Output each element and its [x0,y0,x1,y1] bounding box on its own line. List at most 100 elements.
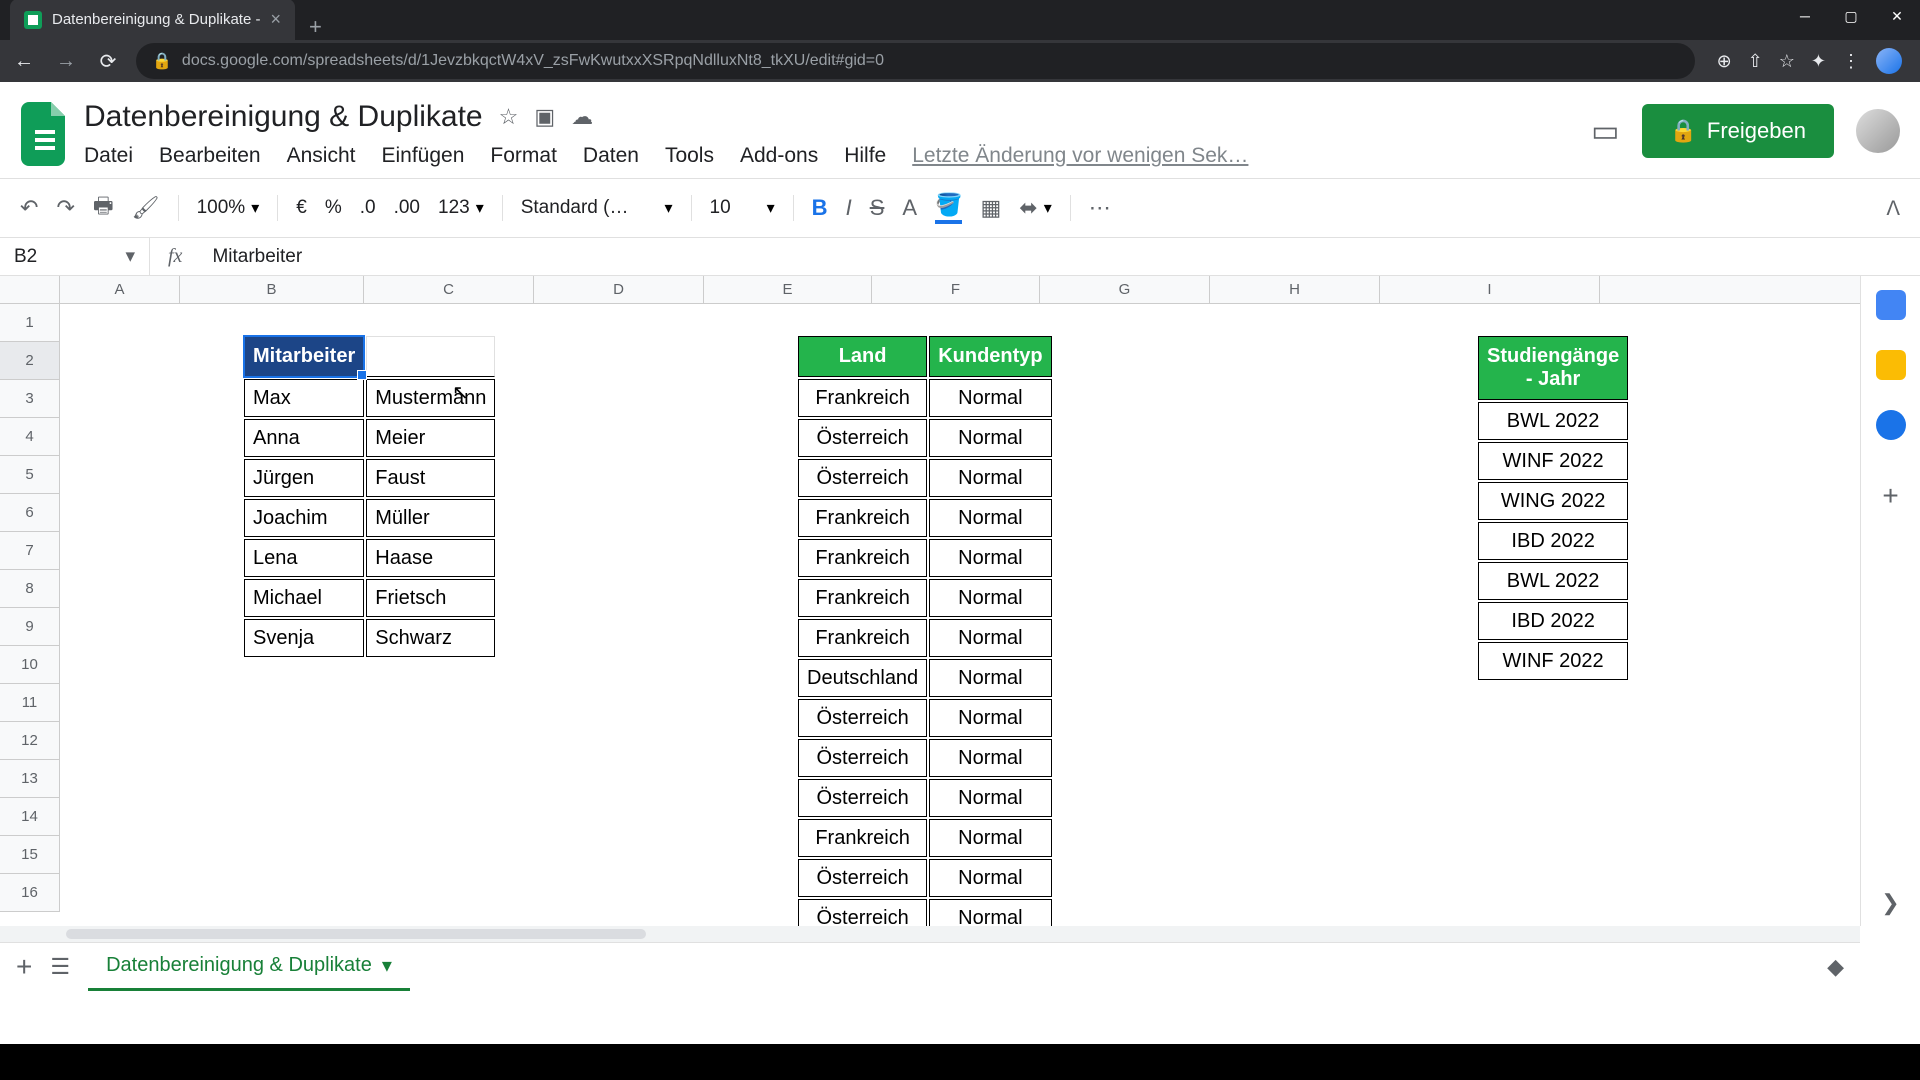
cell[interactable]: Österreich [798,459,927,497]
cell[interactable]: Österreich [798,699,927,737]
menu-datei[interactable]: Datei [84,144,133,168]
account-avatar[interactable] [1856,109,1900,153]
merge-button[interactable]: ⬌▾ [1019,195,1051,221]
collapse-toolbar-button[interactable]: ᐱ [1886,196,1900,221]
borders-button[interactable]: ▦ [980,195,1001,221]
row-header-4[interactable]: 4 [0,418,59,456]
cell[interactable]: Michael [244,579,364,617]
percent-button[interactable]: % [325,197,342,219]
cell[interactable]: Normal [929,859,1051,897]
expand-sidebar-icon[interactable]: ❯ [1881,890,1899,916]
cell[interactable]: Anna [244,419,364,457]
cell[interactable]: BWL 2022 [1478,562,1628,600]
cell[interactable]: Frietsch [366,579,495,617]
number-format-dropdown[interactable]: 123 ▾ [438,197,484,219]
row-header-8[interactable]: 8 [0,570,59,608]
column-header-A[interactable]: A [60,276,180,303]
cell[interactable]: Mustermann [366,379,495,417]
menu-hilfe[interactable]: Hilfe [844,144,886,168]
row-header-5[interactable]: 5 [0,456,59,494]
share-url-icon[interactable]: ⇧ [1748,51,1763,72]
menu-add-ons[interactable]: Add-ons [740,144,818,168]
cell[interactable]: Frankreich [798,819,927,857]
cell[interactable]: Normal [929,619,1051,657]
row-header-14[interactable]: 14 [0,798,59,836]
redo-button[interactable]: ↷ [56,195,74,221]
cell[interactable]: Normal [929,659,1051,697]
undo-button[interactable]: ↶ [20,195,38,221]
keep-sidebar-icon[interactable] [1876,350,1906,380]
cell[interactable]: Normal [929,779,1051,817]
doc-title[interactable]: Datenbereinigung & Duplikate [84,100,483,134]
cell[interactable]: Österreich [798,419,927,457]
row-header-10[interactable]: 10 [0,646,59,684]
menu-bearbeiten[interactable]: Bearbeiten [159,144,261,168]
address-bar[interactable]: 🔒 docs.google.com/spreadsheets/d/1Jevzbk… [136,43,1695,79]
table2-header-land[interactable]: Land [798,336,927,377]
cell[interactable]: WINF 2022 [1478,442,1628,480]
star-icon[interactable]: ☆ [499,104,519,130]
cell[interactable]: Normal [929,579,1051,617]
search-icon[interactable]: ⊕ [1717,51,1732,72]
move-icon[interactable]: ▣ [534,104,555,130]
row-header-12[interactable]: 12 [0,722,59,760]
windows-taskbar[interactable] [0,1044,1920,1080]
close-window-button[interactable]: ✕ [1874,0,1920,32]
cell[interactable]: WINF 2022 [1478,642,1628,680]
minimize-button[interactable]: ─ [1782,0,1828,32]
row-header-7[interactable]: 7 [0,532,59,570]
bold-button[interactable]: B [812,195,828,221]
menu-ansicht[interactable]: Ansicht [287,144,356,168]
row-header-2[interactable]: 2 [0,342,59,380]
row-header-15[interactable]: 15 [0,836,59,874]
cell[interactable]: IBD 2022 [1478,522,1628,560]
forward-button[interactable]: → [52,50,80,73]
cell[interactable]: Frankreich [798,379,927,417]
fill-color-button[interactable]: 🪣 [935,192,962,224]
column-header-D[interactable]: D [534,276,704,303]
select-all-corner[interactable] [0,276,60,303]
cell[interactable]: Deutschland [798,659,927,697]
bookmark-icon[interactable]: ☆ [1779,51,1795,72]
column-header-I[interactable]: I [1380,276,1600,303]
cell[interactable]: Lena [244,539,364,577]
maximize-button[interactable]: ▢ [1828,0,1874,32]
menu-format[interactable]: Format [490,144,557,168]
profile-avatar[interactable] [1876,48,1902,74]
zoom-dropdown[interactable]: 100% ▾ [197,197,260,219]
browser-tab[interactable]: Datenbereinigung & Duplikate - × [10,0,295,40]
row-header-16[interactable]: 16 [0,874,59,912]
close-tab-icon[interactable]: × [270,9,281,30]
cell[interactable]: Normal [929,699,1051,737]
cell[interactable]: Frankreich [798,539,927,577]
decrease-decimal-button[interactable]: .0 [360,197,376,219]
add-sidebar-button[interactable]: + [1882,480,1898,512]
comments-icon[interactable]: ▭ [1591,114,1619,149]
column-header-G[interactable]: G [1040,276,1210,303]
cell[interactable]: Normal [929,499,1051,537]
row-header-6[interactable]: 6 [0,494,59,532]
explore-button[interactable]: ◆ [1827,954,1844,980]
cell[interactable]: Jürgen [244,459,364,497]
column-header-F[interactable]: F [872,276,1040,303]
italic-button[interactable]: I [846,195,852,221]
table3-header[interactable]: Studiengänge - Jahr [1478,336,1628,400]
cell[interactable]: Österreich [798,899,927,926]
cell[interactable]: Haase [366,539,495,577]
extensions-icon[interactable]: ✦ [1811,51,1826,72]
text-color-button[interactable]: A [902,195,917,221]
increase-decimal-button[interactable]: .00 [394,197,420,219]
cell[interactable]: Svenja [244,619,364,657]
cell[interactable]: Österreich [798,859,927,897]
cell[interactable]: Müller [366,499,495,537]
cell[interactable]: Frankreich [798,499,927,537]
font-size-dropdown[interactable]: 10 ▾ [710,197,775,219]
cell[interactable]: Österreich [798,779,927,817]
sheets-logo[interactable] [18,98,72,170]
tasks-sidebar-icon[interactable] [1876,410,1906,440]
menu-einfügen[interactable]: Einfügen [381,144,464,168]
cell[interactable]: Normal [929,419,1051,457]
strikethrough-button[interactable]: S [870,195,885,221]
column-header-B[interactable]: B [180,276,364,303]
new-tab-button[interactable]: + [295,14,336,40]
